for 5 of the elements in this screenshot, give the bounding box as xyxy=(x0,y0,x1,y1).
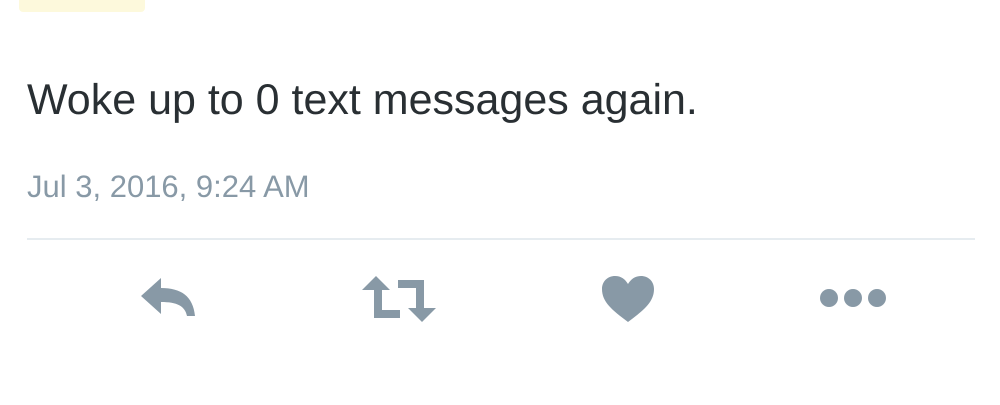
heart-icon[interactable] xyxy=(602,276,654,322)
tweet-timestamp: Jul 3, 2016, 9:24 AM xyxy=(27,168,311,206)
tweet-text: Woke up to 0 text messages again. xyxy=(27,75,699,126)
more-icon[interactable] xyxy=(818,288,887,308)
retweet-icon[interactable] xyxy=(362,276,436,322)
